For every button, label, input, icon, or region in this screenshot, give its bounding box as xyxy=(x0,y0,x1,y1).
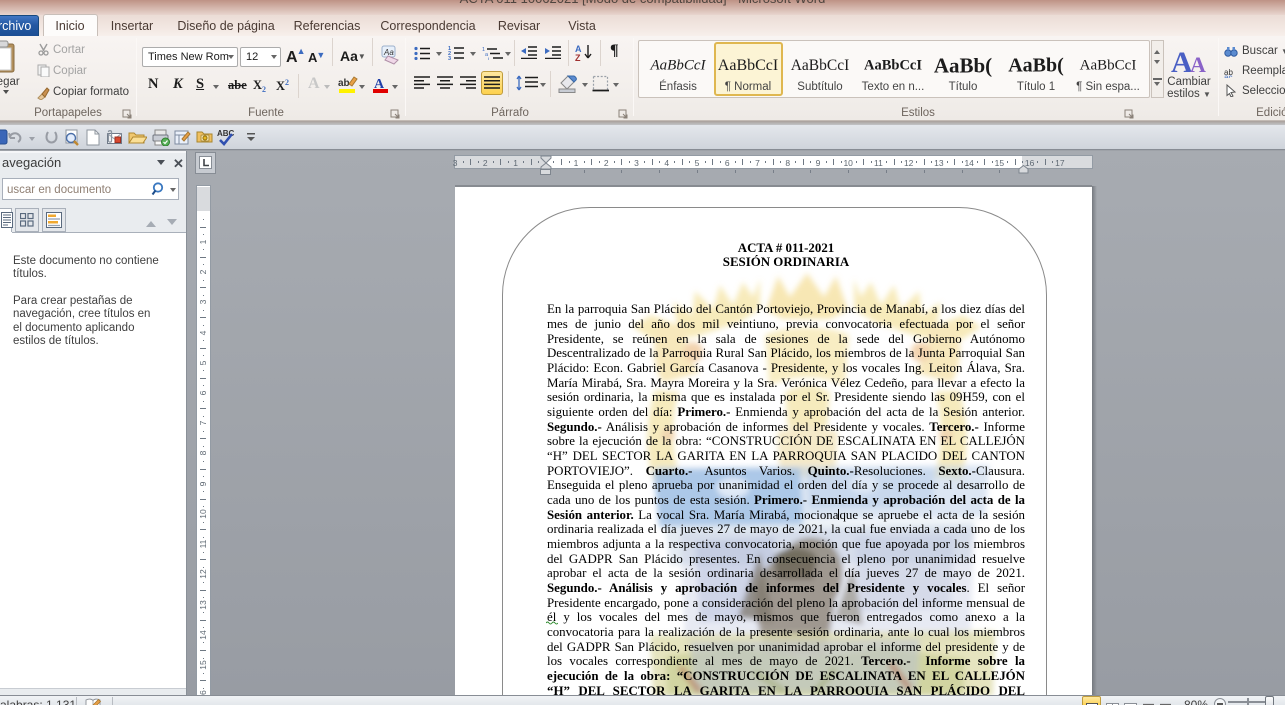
svg-text:i: i xyxy=(488,57,489,60)
svg-text:A: A xyxy=(1190,52,1206,76)
svg-text:ab: ab xyxy=(338,78,350,89)
svg-text:Z: Z xyxy=(575,53,581,61)
svg-text:Aa: Aa xyxy=(383,48,394,57)
svg-text:3: 3 xyxy=(448,56,451,60)
svg-text:ac: ac xyxy=(1224,73,1232,78)
svg-text:A: A xyxy=(374,77,385,92)
